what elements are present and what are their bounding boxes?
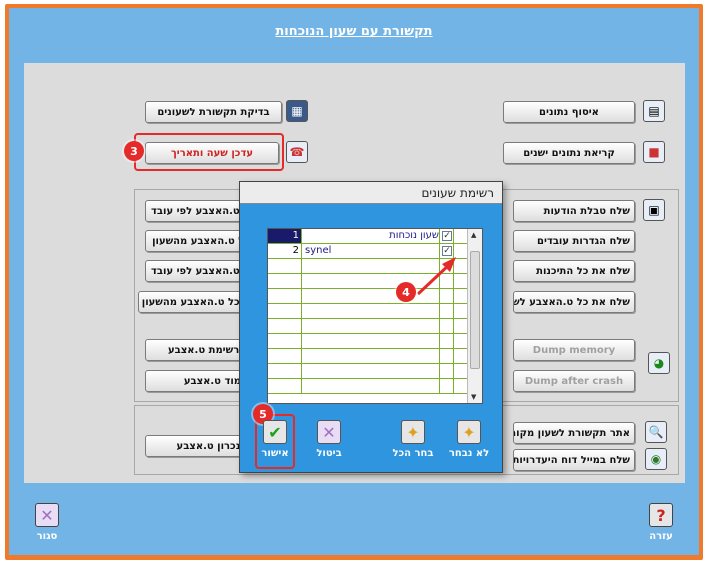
row-number [268, 289, 302, 303]
deselect-icon: ✦ [457, 420, 481, 444]
select-all-button[interactable]: ✦ בחר הכל [390, 416, 436, 468]
row-name [302, 334, 440, 348]
close-x-icon: ✕ [35, 503, 59, 527]
help-label: עזרה [649, 531, 673, 542]
row-number [268, 379, 302, 393]
dump-memory-button[interactable]: Dump memory [513, 339, 635, 361]
help-icon: ? [649, 503, 673, 527]
list-row [268, 304, 468, 319]
row-name [302, 379, 440, 393]
scroll-up-icon[interactable]: ▲ [471, 231, 476, 239]
row-number [268, 259, 302, 273]
scroll-down-icon[interactable]: ▼ [471, 393, 476, 401]
send-all-fp-clock-2-button[interactable]: ת כל ט.האצבע מהשעון [138, 291, 255, 313]
step-4-badge: 4 [396, 282, 416, 302]
checkmark-icon: ✔ [263, 420, 287, 444]
search-clock-icon[interactable]: 🔍 [645, 421, 667, 443]
collect-data-button[interactable]: איסוף נתונים [503, 101, 635, 123]
row-checkbox-cell [440, 304, 454, 318]
scroll-thumb[interactable] [470, 251, 480, 369]
close-button[interactable]: ✕ סגור [35, 503, 59, 542]
annotation-arrow [416, 257, 456, 296]
confirm-label: אישור [261, 448, 289, 459]
send-all-fp-to-clock-button[interactable]: שלח את כל ט.האצבע לשעו [513, 291, 635, 313]
window-title: תקשורת עם שעון הנוכחות [275, 24, 433, 39]
row-number: 1 [268, 229, 302, 243]
message-table-icon[interactable]: ▣ [643, 199, 665, 221]
row-name [302, 364, 440, 378]
windows-icon[interactable]: ■ [643, 141, 665, 163]
help-button[interactable]: ? עזרה [649, 503, 673, 542]
list-row [268, 379, 468, 394]
row-checkbox-cell [440, 349, 454, 363]
clock-check-icon[interactable]: ▦ [286, 100, 308, 122]
list-row[interactable]: 1 שעון נוכחות ✓ [268, 229, 468, 244]
update-time-button[interactable]: עדכן שעה ותאריך [145, 142, 279, 164]
list-row [268, 364, 468, 379]
row-checkbox[interactable]: ✓ [442, 231, 452, 241]
clock-list-dialog: רשימת שעונים 1 שעון נוכחות ✓ 2 synel ✓ ▲… [239, 181, 503, 473]
cancel-button[interactable]: ✕ ביטול [309, 416, 349, 468]
send-attendance-report-button[interactable]: שלח במייל דוח היעדרויות יו [513, 449, 635, 471]
row-number [268, 304, 302, 318]
clock-phone-icon[interactable]: ☎ [286, 141, 308, 163]
deselect-button[interactable]: ✦ לא נבחר [444, 416, 494, 468]
pacman-icon[interactable]: ◕ [648, 352, 670, 374]
row-name: שעון נוכחות [302, 229, 440, 243]
row-number [268, 364, 302, 378]
row-number [268, 349, 302, 363]
list-row [268, 334, 468, 349]
send-all-settings-button[interactable]: שלח את כל התיכנות [513, 260, 635, 282]
row-name [302, 319, 440, 333]
data-collect-icon[interactable]: ▤ [643, 100, 665, 122]
row-number [268, 274, 302, 288]
row-number [268, 334, 302, 348]
send-worker-settings-button[interactable]: שלח הגדרות עובדים [513, 230, 635, 252]
deselect-label: לא נבחר [448, 448, 490, 459]
row-checkbox-cell: ✓ [440, 229, 454, 243]
row-checkbox-cell [440, 319, 454, 333]
row-checkbox-cell [440, 364, 454, 378]
cancel-x-icon: ✕ [317, 420, 341, 444]
list-row [268, 319, 468, 334]
check-comm-button[interactable]: בדיקת תקשורת לשעונים [145, 101, 282, 123]
cancel-label: ביטול [316, 448, 342, 459]
row-checkbox-cell [440, 334, 454, 348]
step-3-badge: 3 [124, 141, 144, 161]
row-name [302, 304, 440, 318]
close-label: סגור [36, 531, 58, 542]
select-all-icon: ✦ [401, 420, 425, 444]
row-checkbox-cell [440, 379, 454, 393]
globe-mail-icon[interactable]: ◉ [645, 448, 667, 470]
send-msg-table-button[interactable]: שלח טבלת הודעות [513, 200, 635, 222]
dump-after-crash-button[interactable]: Dump after crash [513, 370, 635, 392]
row-number [268, 319, 302, 333]
list-row [268, 349, 468, 364]
confirm-button[interactable]: ✔ אישור [255, 416, 295, 468]
select-all-label: בחר הכל [392, 448, 434, 459]
read-old-data-button[interactable]: קריאת נתונים ישנים [503, 142, 635, 164]
find-local-clock-button[interactable]: אתר תקשורת לשעון מקומי [513, 422, 635, 444]
dialog-title: רשימת שעונים [240, 182, 502, 204]
row-name [302, 349, 440, 363]
row-number: 2 [268, 244, 302, 258]
